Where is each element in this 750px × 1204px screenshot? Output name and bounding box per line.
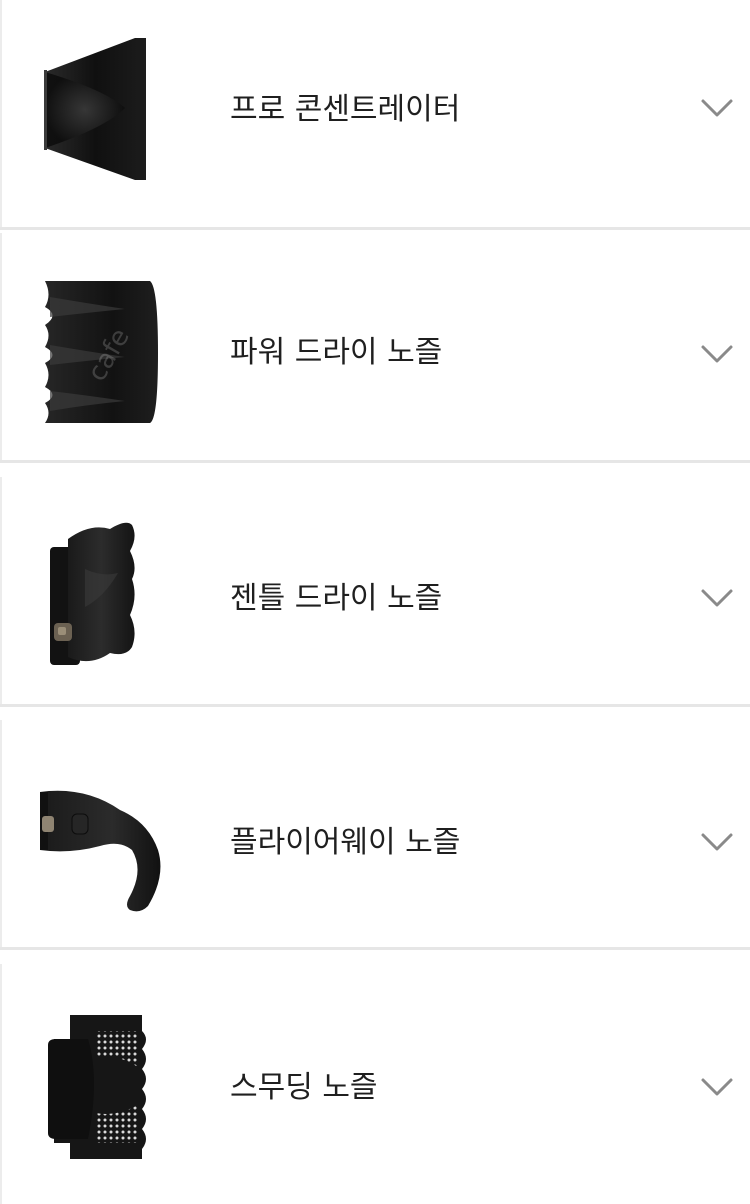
pro-concentrator-icon — [44, 38, 146, 180]
row-edge — [0, 0, 2, 227]
accessory-row-flyaway-nozzle[interactable]: 플라이어웨이 노즐 — [0, 720, 750, 950]
flyaway-nozzle-icon — [40, 790, 161, 912]
chevron-down-icon[interactable] — [700, 343, 734, 365]
accessory-label: 파워 드라이 노즐 — [230, 335, 443, 370]
row-edge — [0, 720, 2, 947]
row-edge — [0, 477, 2, 704]
chevron-down-icon[interactable] — [700, 587, 734, 609]
accessory-label: 스무딩 노즐 — [230, 1070, 378, 1105]
accessory-row-pro-concentrator[interactable]: 프로 콘센트레이터 — [0, 0, 750, 230]
chevron-down-icon[interactable] — [700, 97, 734, 119]
accessory-row-smoothing-nozzle[interactable]: 스무딩 노즐 — [0, 964, 750, 1204]
accessory-label: 플라이어웨이 노즐 — [230, 825, 461, 860]
gentle-dry-nozzle-icon — [50, 522, 135, 665]
accessory-label: 젠틀 드라이 노즐 — [230, 581, 443, 616]
accessory-list: 프로 콘센트레이터 cafe 파워 드라이 노즐 젠틀 드라이 노즐 플라이어웨… — [0, 0, 750, 1204]
accessory-row-power-dry-nozzle[interactable]: cafe 파워 드라이 노즐 — [0, 233, 750, 463]
chevron-down-icon[interactable] — [700, 831, 734, 853]
accessory-label: 프로 콘센트레이터 — [230, 92, 461, 127]
chevron-down-icon[interactable] — [700, 1076, 734, 1098]
accessory-row-gentle-dry-nozzle[interactable]: 젠틀 드라이 노즐 — [0, 477, 750, 707]
row-edge — [0, 233, 2, 460]
power-dry-nozzle-icon: cafe — [45, 281, 158, 423]
row-edge — [0, 964, 2, 1204]
smoothing-nozzle-icon — [48, 1015, 146, 1159]
